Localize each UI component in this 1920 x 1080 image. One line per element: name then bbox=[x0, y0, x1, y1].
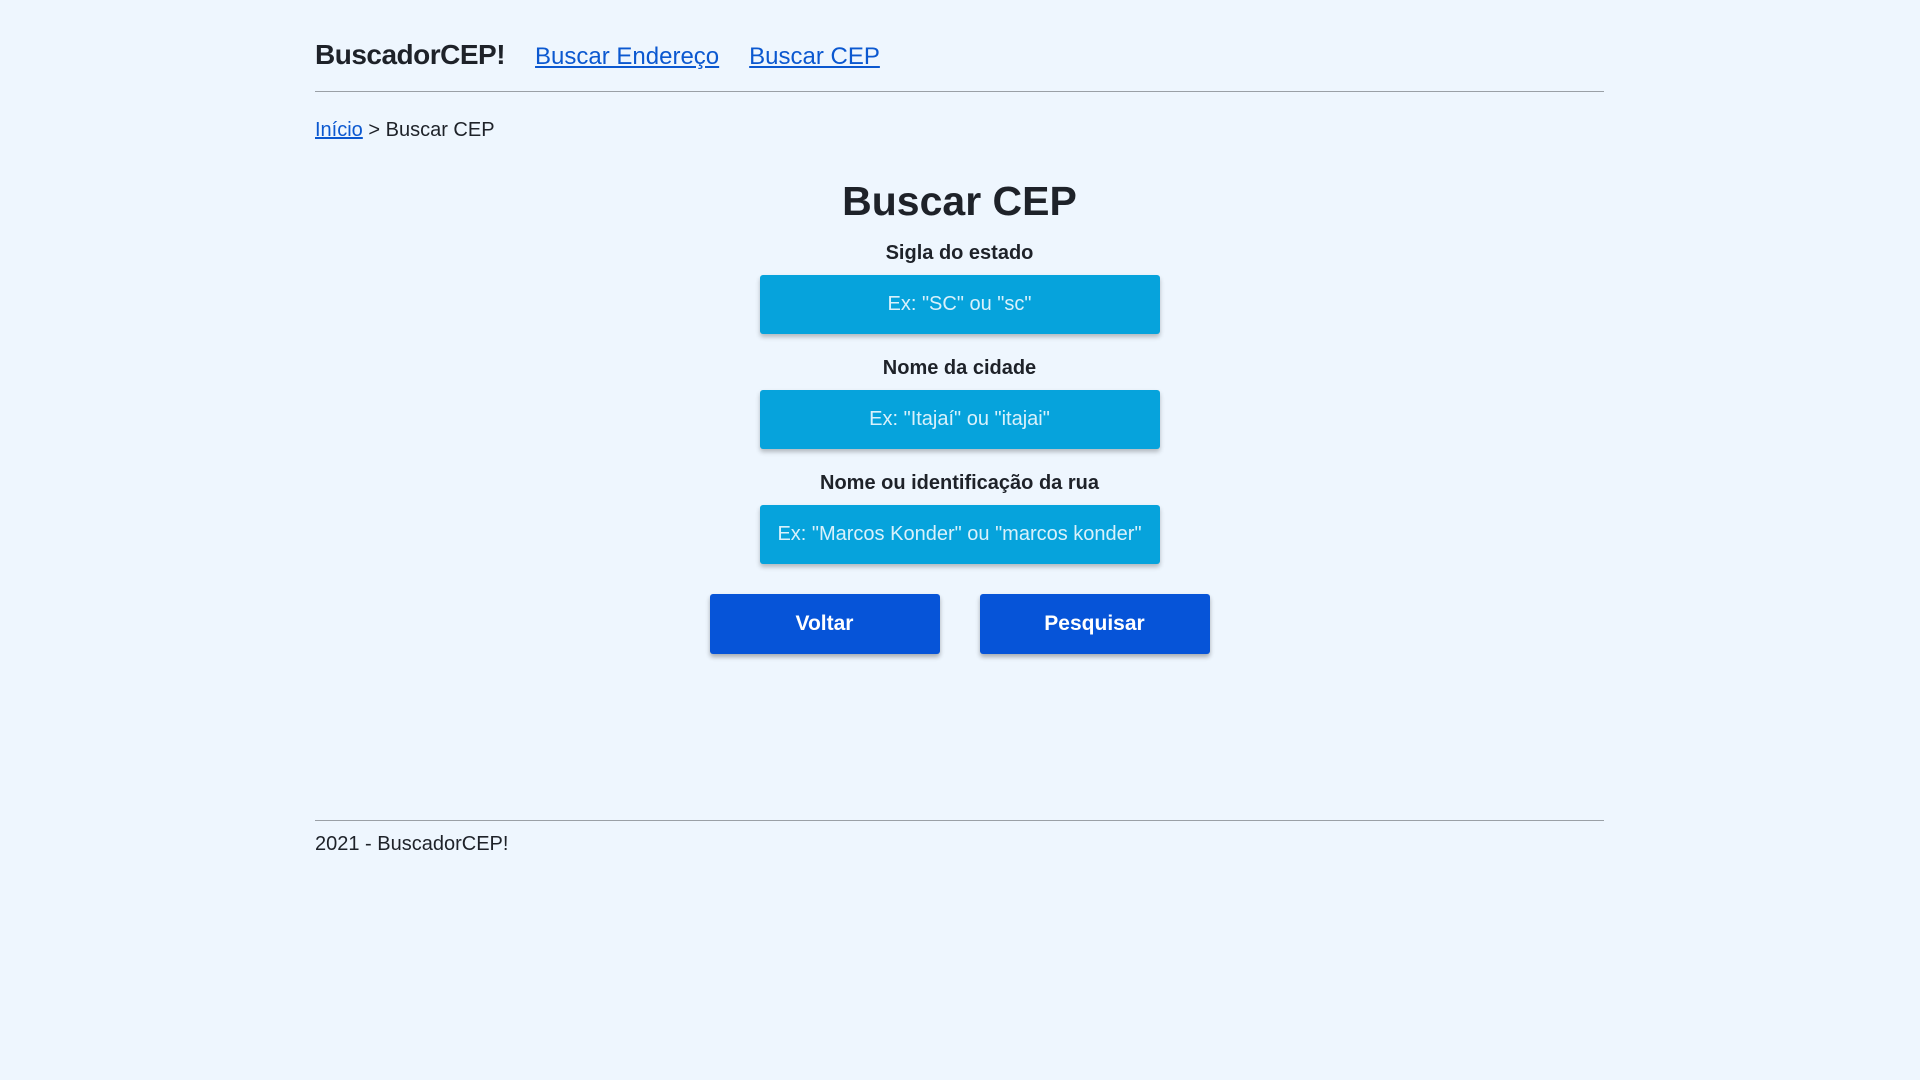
form-buttons: Voltar Pesquisar bbox=[709, 594, 1210, 654]
footer-text: 2021 - BuscadorCEP! bbox=[315, 833, 509, 855]
state-label: Sigla do estado bbox=[885, 242, 1034, 264]
back-button[interactable]: Voltar bbox=[709, 594, 940, 654]
street-input[interactable] bbox=[759, 505, 1160, 564]
state-field-group: Sigla do estado bbox=[759, 242, 1160, 334]
breadcrumb-current: Buscar CEP bbox=[385, 119, 495, 141]
city-field-group: Nome da cidade bbox=[759, 357, 1160, 449]
state-input[interactable] bbox=[759, 275, 1160, 334]
breadcrumb-separator: > bbox=[362, 119, 386, 141]
page-footer: 2021 - BuscadorCEP! bbox=[315, 820, 1604, 856]
page-container: BuscadorCEP! Buscar Endereço Buscar CEP … bbox=[315, 0, 1604, 855]
city-input[interactable] bbox=[759, 390, 1160, 449]
page-title: Buscar CEP bbox=[842, 178, 1077, 224]
nav-link-buscar-endereco[interactable]: Buscar Endereço bbox=[535, 43, 719, 71]
street-label: Nome ou identificação da rua bbox=[820, 472, 1099, 494]
street-field-group: Nome ou identificação da rua bbox=[759, 472, 1160, 564]
search-cep-form: Sigla do estado Nome da cidade Nome ou i… bbox=[315, 242, 1604, 654]
brand-logo: BuscadorCEP! bbox=[315, 39, 506, 70]
search-button[interactable]: Pesquisar bbox=[979, 594, 1210, 654]
top-navbar: BuscadorCEP! Buscar Endereço Buscar CEP bbox=[315, 0, 1604, 92]
breadcrumb-home-link[interactable]: Início bbox=[315, 119, 363, 141]
city-label: Nome da cidade bbox=[882, 357, 1037, 379]
nav-link-buscar-cep[interactable]: Buscar CEP bbox=[749, 43, 880, 71]
breadcrumb: Início > Buscar CEP bbox=[315, 119, 1604, 142]
